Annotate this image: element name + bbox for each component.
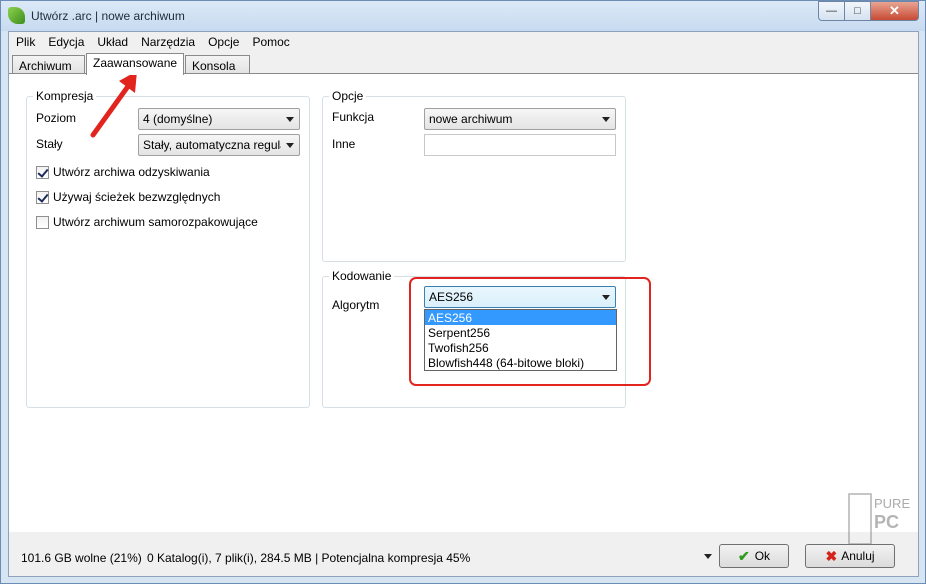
watermark-text: PURE	[874, 496, 910, 511]
function-label: Funkcja	[332, 110, 375, 124]
sfx-checkbox[interactable]: Utwórz archiwum samorozpakowujące	[36, 215, 258, 229]
level-value: 4 (domyślne)	[143, 112, 213, 126]
window-controls: — □ ✕	[818, 1, 919, 21]
maximize-button[interactable]: □	[845, 1, 871, 21]
annotation-highlight-box	[409, 277, 651, 386]
tab-konsola[interactable]: Konsola	[185, 55, 250, 75]
menu-edycja[interactable]: Edycja	[41, 32, 90, 52]
watermark-text-2: PC	[874, 512, 899, 532]
app-leaf-icon	[8, 7, 25, 24]
minimize-button[interactable]: —	[818, 1, 845, 21]
recovery-label: Utwórz archiwa odzyskiwania	[53, 165, 210, 179]
chevron-down-icon	[602, 117, 610, 122]
level-combo[interactable]: 4 (domyślne)	[138, 108, 300, 130]
menu-narzedzia[interactable]: Narzędzia	[134, 32, 201, 52]
chevron-down-icon	[286, 143, 294, 148]
ok-label: Ok	[754, 549, 771, 563]
absolute-paths-checkbox[interactable]: Używaj ścieżek bezwzględnych	[36, 190, 220, 204]
ok-button[interactable]: ✔ Ok	[719, 544, 789, 568]
function-combo[interactable]: nowe archiwum	[424, 108, 616, 130]
solid-value: Stały, automatyczna regulacja	[143, 138, 281, 152]
options-group: Opcje Funkcja nowe archiwum Inne	[322, 89, 626, 262]
menu-bar: Plik Edycja Układ Narzędzia Opcje Pomoc	[9, 32, 918, 52]
solid-label: Stały	[36, 137, 63, 151]
window-title: Utwórz .arc | nowe archiwum	[31, 9, 185, 23]
app-window: Utwórz .arc | nowe archiwum — □ ✕ Plik E…	[0, 0, 926, 584]
menu-opcje[interactable]: Opcje	[201, 32, 245, 52]
menu-plik[interactable]: Plik	[9, 32, 41, 52]
close-button[interactable]: ✕	[871, 1, 919, 21]
watermark-frame	[848, 493, 872, 545]
tab-archiwum[interactable]: Archiwum	[12, 55, 85, 75]
chevron-down-icon	[704, 553, 712, 559]
checkbox-checked-icon	[36, 165, 49, 179]
chevron-down-icon	[286, 117, 294, 122]
absolute-paths-label: Używaj ścieżek bezwzględnych	[53, 190, 221, 204]
red-arrow	[90, 71, 137, 138]
menu-pomoc[interactable]: Pomoc	[245, 32, 295, 52]
checkbox-unchecked-icon	[36, 215, 49, 229]
level-label: Poziom	[36, 111, 77, 125]
compression-group: Kompresja Poziom 4 (domyślne) Stały Stał…	[26, 89, 310, 408]
other-label: Inne	[332, 137, 356, 151]
arrow-shaft	[90, 82, 132, 138]
algorithm-label: Algorytm	[332, 298, 380, 312]
check-icon: ✔	[737, 547, 750, 564]
encoding-legend: Kodowanie	[329, 269, 395, 283]
options-dropdown-button[interactable]	[697, 544, 719, 568]
function-value: nowe archiwum	[429, 112, 513, 126]
menu-uklad[interactable]: Układ	[90, 32, 134, 52]
summary-text: 0 Katalog(i), 7 plik(i), 284.5 MB | Pote…	[147, 551, 471, 565]
checkbox-checked-icon	[36, 190, 49, 204]
watermark-logo: PURE PC	[848, 493, 910, 545]
options-legend: Opcje	[329, 89, 367, 103]
tab-zaawansowane[interactable]: Zaawansowane	[86, 53, 184, 75]
solid-combo[interactable]: Stały, automatyczna regulacja	[138, 134, 300, 156]
free-space-text: 101.6 GB wolne (21%)	[21, 551, 142, 565]
sfx-label: Utwórz archiwum samorozpakowujące	[53, 215, 258, 229]
tab-strip: Archiwum Zaawansowane Konsola	[9, 53, 918, 75]
recovery-checkbox[interactable]: Utwórz archiwa odzyskiwania	[36, 165, 210, 179]
x-icon: ✖	[825, 547, 838, 564]
other-input[interactable]	[424, 134, 616, 156]
status-bar: 101.6 GB wolne (21%) 0 Katalog(i), 7 pli…	[9, 532, 918, 576]
title-bar: Utwórz .arc | nowe archiwum — □ ✕	[1, 1, 925, 31]
